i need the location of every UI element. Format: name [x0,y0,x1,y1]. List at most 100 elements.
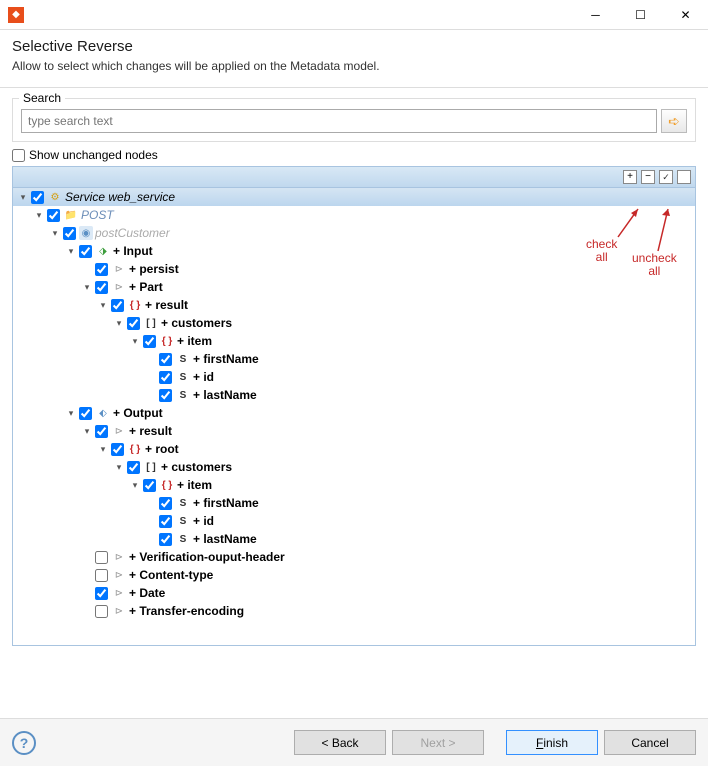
node-checkbox[interactable] [159,371,172,384]
node-checkbox[interactable] [79,407,92,420]
node-checkbox[interactable] [159,515,172,528]
node-checkbox[interactable] [95,425,108,438]
node-checkbox[interactable] [111,443,124,456]
finish-button[interactable]: Finish [506,730,598,755]
tree-row[interactable]: S+ lastName [13,530,695,548]
node-checkbox[interactable] [63,227,76,240]
node-checkbox[interactable] [95,551,108,564]
expander-icon[interactable]: ▾ [65,407,77,419]
expander-icon[interactable]: ▾ [113,317,125,329]
expander-icon[interactable]: ▾ [113,461,125,473]
tree-view[interactable]: ▾⚙Service web_service▾📁POST▾◉postCustome… [12,188,696,646]
expander-icon[interactable]: ▾ [129,479,141,491]
tree-row[interactable]: ⊳+ Transfer-encoding [13,602,695,620]
node-checkbox[interactable] [143,335,156,348]
tree-row[interactable]: ▾{ }+ item [13,332,695,350]
tree-row[interactable]: ▾{ }+ item [13,476,695,494]
check-all-button[interactable] [659,170,673,184]
back-button[interactable]: < Back [294,730,386,755]
tree-row[interactable]: ▾{ }+ root [13,440,695,458]
node-checkbox[interactable] [95,263,108,276]
node-label: + Part [129,280,163,294]
show-unchanged-input[interactable] [12,149,25,162]
node-label: + firstName [193,496,259,510]
node-checkbox[interactable] [95,281,108,294]
node-label: + Input [113,244,153,258]
search-input[interactable] [21,109,657,133]
param-icon: ⊳ [111,568,127,582]
tree-row[interactable]: S+ firstName [13,494,695,512]
expander-icon[interactable]: ▾ [33,209,45,221]
tree-row[interactable]: ▾ ⊳+ Part [13,278,695,296]
tree-row[interactable]: ▾[ ]+ customers [13,314,695,332]
node-checkbox[interactable] [95,569,108,582]
tree-row[interactable]: ⊳+ Content-type [13,566,695,584]
button-bar: ? < Back Next > Finish Cancel [0,718,708,766]
node-label: Service web_service [65,190,175,204]
tree-row[interactable]: ▾{ }+ result [13,296,695,314]
bracket-icon: [ ] [143,316,159,330]
tree-row[interactable]: ▾⊳+ result [13,422,695,440]
node-checkbox[interactable] [95,587,108,600]
tree-row[interactable]: S+ firstName [13,350,695,368]
node-checkbox[interactable] [127,461,140,474]
tree-row[interactable]: S+ lastName [13,386,695,404]
tree-row[interactable]: ▾◉postCustomer [13,224,695,242]
node-label: + customers [161,460,232,474]
param-icon: ⊳ [111,280,127,294]
node-checkbox[interactable] [47,209,60,222]
expander-icon[interactable]: ▾ [97,299,109,311]
help-button[interactable]: ? [12,731,36,755]
tree-row[interactable]: ▾⬖+ Output [13,404,695,422]
tree-row[interactable]: S+ id [13,368,695,386]
uncheck-all-button[interactable] [677,170,691,184]
expander-icon[interactable]: ▾ [81,281,93,293]
tree-row[interactable]: ⊳+ persist [13,260,695,278]
bracket-icon: [ ] [143,460,159,474]
tree-row[interactable]: ▾ ⬗+ Input [13,242,695,260]
expander-icon[interactable]: ▾ [129,335,141,347]
app-icon: ◆ [8,7,24,23]
expand-all-button[interactable]: + [623,170,637,184]
page-title: Selective Reverse [12,38,696,55]
collapse-all-button[interactable]: − [641,170,655,184]
minimize-button[interactable]: ─ [573,0,618,30]
tree-row[interactable]: ▾📁POST [13,206,695,224]
node-label: POST [81,208,114,222]
node-checkbox[interactable] [159,389,172,402]
tree-row[interactable]: S+ id [13,512,695,530]
maximize-button[interactable]: ☐ [618,0,663,30]
node-checkbox[interactable] [111,299,124,312]
expander-icon[interactable]: ▾ [97,443,109,455]
expander-icon[interactable]: ▾ [17,191,29,203]
expander-icon[interactable]: ▾ [65,245,77,257]
param-icon: ⊳ [111,604,127,618]
show-unchanged-checkbox[interactable]: Show unchanged nodes [12,148,696,162]
node-checkbox[interactable] [159,533,172,546]
expander-icon[interactable]: ▾ [49,227,61,239]
str-icon: S [175,496,191,510]
tree-row[interactable]: ⊳+ Verification-ouput-header [13,548,695,566]
tree-row[interactable]: ▾ [ ]+ customers [13,458,695,476]
node-label: + result [145,298,188,312]
expander-icon[interactable]: ▾ [81,425,93,437]
node-checkbox[interactable] [31,191,44,204]
cancel-button[interactable]: Cancel [604,730,696,755]
tree-row[interactable]: ⊳+ Date [13,584,695,602]
node-checkbox[interactable] [159,353,172,366]
node-checkbox[interactable] [159,497,172,510]
node-checkbox[interactable] [95,605,108,618]
node-checkbox[interactable] [127,317,140,330]
service-icon: ⚙ [47,190,63,204]
op-icon: ◉ [79,226,93,240]
next-button[interactable]: Next > [392,730,484,755]
tree-row[interactable]: ▾ ⚙Service web_service [13,188,695,206]
search-go-button[interactable]: ➪ [661,109,687,133]
close-button[interactable]: ✕ [663,0,708,30]
param-icon: ⊳ [111,262,127,276]
node-checkbox[interactable] [143,479,156,492]
input-icon: ⬗ [95,244,111,258]
wizard-header: Selective Reverse Allow to select which … [0,30,708,88]
node-label: + id [193,370,214,384]
node-checkbox[interactable] [79,245,92,258]
